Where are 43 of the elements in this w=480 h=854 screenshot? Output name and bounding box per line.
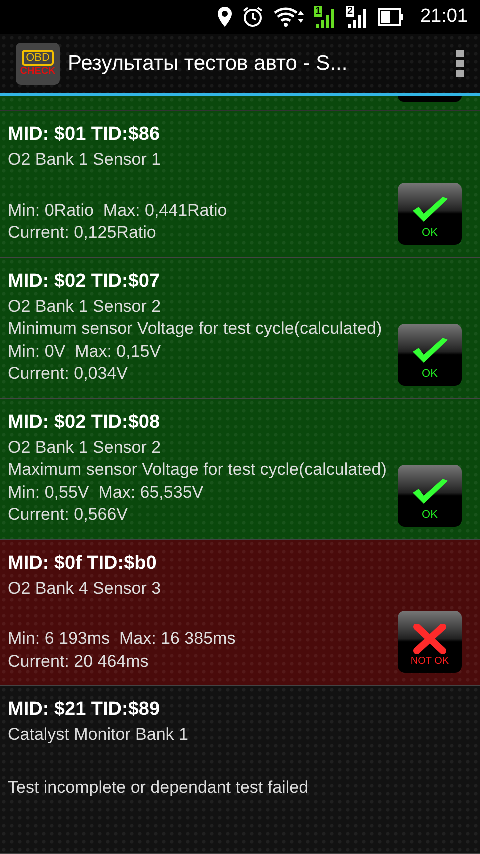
badge-label: OK	[422, 508, 438, 520]
test-name: O2 Bank 4 Sensor 3	[8, 578, 162, 600]
test-id: MID: $02 TID:$08	[8, 410, 162, 434]
current-value: Current: 0,034V	[8, 363, 130, 385]
close-icon	[413, 624, 447, 654]
sim-label: 2	[346, 6, 354, 17]
test-message: Test incomplete or dependant test failed	[8, 776, 310, 798]
test-id: MID: $01 TID:$86	[8, 123, 162, 147]
test-limits: Min: 0Ratio Max: 0,441Ratio	[8, 200, 228, 222]
result-row[interactable]: MID: $0f TID:$b0 O2 Bank 4 Sensor 3 Min: 6 193ms Max: 16 385ms Current: 20 464ms NOT OK	[0, 540, 480, 686]
badge-label: OK	[422, 368, 438, 380]
badge-label: OK	[422, 226, 438, 238]
result-row[interactable]: MID: $02 TID:$08 O2 Bank 1 Sensor 2 Maximum sensor Voltage for test cycle(calculated) Min: 0,55V Max: 65,535V Current: 0,566V OK	[0, 398, 480, 540]
current-value: Current: 20 464ms	[8, 650, 150, 672]
test-name: Catalyst Monitor Bank 1	[8, 724, 190, 746]
result-row[interactable]: MID: $01 TID:$86 O2 Bank 1 Sensor 1 Min: 0Ratio Max: 0,441Ratio Current: 0,125Ratio OK	[0, 111, 480, 258]
logo-text: OBD	[22, 50, 54, 66]
clock-time: 21:01	[420, 6, 468, 28]
app-logo[interactable]: OBD CHECK	[16, 42, 60, 84]
test-limits: Min: 0,55V Max: 65,535V	[8, 482, 205, 504]
wifi-icon	[274, 6, 304, 28]
result-row[interactable]: MID: $21 TID:$89 Catalyst Monitor Bank 1 Test incomplete or dependant test failed	[0, 686, 480, 854]
location-icon	[218, 7, 232, 27]
screen-title: Результаты тестов авто - S...	[68, 52, 349, 76]
result-row[interactable]: MID: $02 TID:$07 O2 Bank 1 Sensor 2 Minimum sensor Voltage for test cycle(calculated) Min: 0V Max: 0,15V Current: 0,034V OK	[0, 258, 480, 398]
overflow-menu-icon[interactable]	[456, 50, 464, 78]
test-description: Maximum sensor Voltage for test cycle(calculated)	[8, 459, 388, 481]
sim-label: 1	[314, 6, 322, 17]
current-value: Current: 0,125Ratio	[8, 222, 158, 244]
test-limits: Min: 0V Max: 0,15V	[8, 340, 162, 362]
test-limits: Min: 6 193ms Max: 16 385ms	[8, 628, 237, 650]
badge-label: NOT OK	[410, 656, 450, 667]
test-description: Minimum sensor Voltage for test cycle(calculated)	[8, 318, 384, 340]
test-id: MID: $21 TID:$89	[8, 698, 162, 722]
test-name: O2 Bank 1 Sensor 1	[8, 149, 162, 171]
current-value: Current: 0,566V	[8, 504, 130, 526]
alarm-icon	[242, 6, 264, 28]
test-id: MID: $02 TID:$07	[8, 270, 162, 294]
logo-text: CHECK	[20, 66, 56, 78]
test-id: MID: $0f TID:$b0	[8, 552, 158, 576]
battery-icon	[378, 8, 404, 26]
test-name: O2 Bank 1 Sensor 2	[8, 436, 162, 458]
test-name: O2 Bank 1 Sensor 2	[8, 296, 162, 318]
